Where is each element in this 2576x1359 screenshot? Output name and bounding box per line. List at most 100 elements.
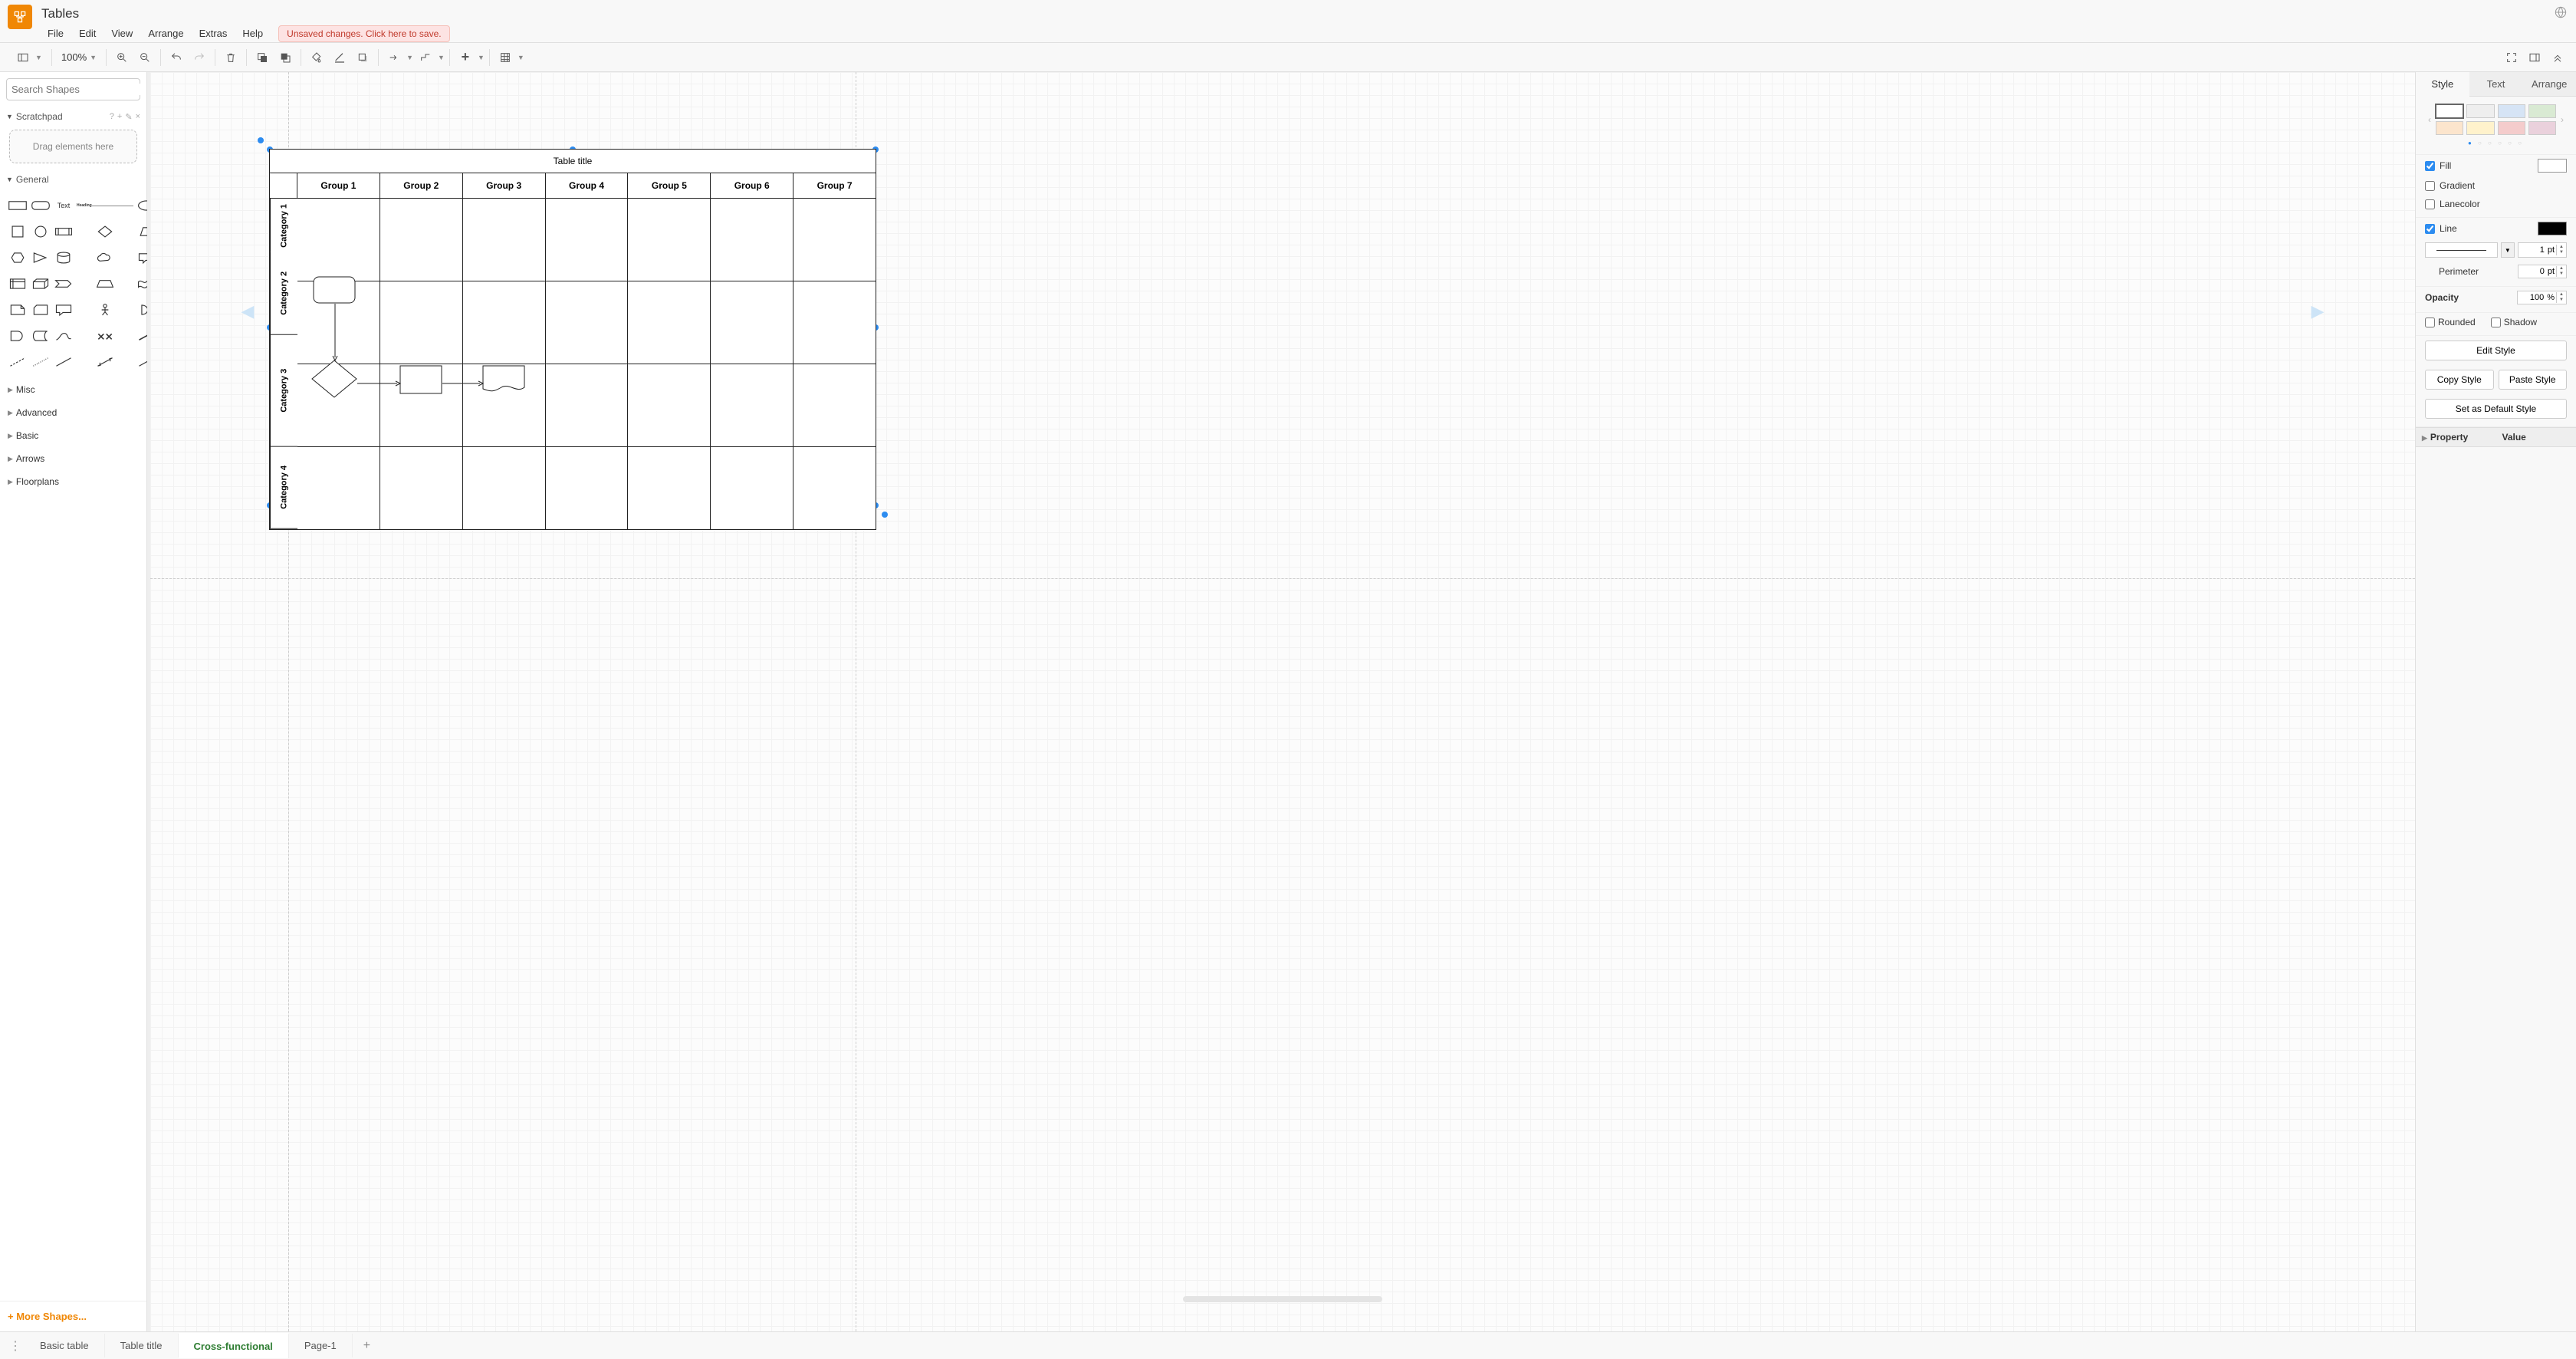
- swatch[interactable]: [2528, 104, 2556, 118]
- col-header[interactable]: Group 5: [627, 173, 710, 198]
- line-checkbox[interactable]: [2425, 224, 2435, 234]
- connection-icon[interactable]: [383, 47, 405, 68]
- search-input[interactable]: [12, 84, 146, 95]
- add-page-button[interactable]: +: [353, 1333, 381, 1359]
- to-back-icon[interactable]: [274, 47, 296, 68]
- swatch-next-icon[interactable]: ›: [2558, 114, 2567, 125]
- undo-icon[interactable]: [166, 47, 187, 68]
- shape-roundrect[interactable]: [31, 194, 51, 217]
- flowchart-roundrect[interactable]: [313, 276, 356, 308]
- tab-menu-icon[interactable]: ⋮: [6, 1338, 25, 1354]
- shape-triangle[interactable]: [31, 246, 51, 269]
- cat-advanced[interactable]: ▶Advanced: [0, 401, 146, 424]
- tab-page-1[interactable]: Page-1: [289, 1334, 353, 1357]
- line-style-select[interactable]: [2425, 242, 2498, 258]
- horizontal-scrollbar[interactable]: [1183, 1296, 1382, 1302]
- shape-dashline[interactable]: [8, 350, 28, 373]
- tab-table-title[interactable]: Table title: [105, 1334, 179, 1357]
- menu-edit[interactable]: Edit: [73, 25, 102, 42]
- collapse-icon[interactable]: [2547, 47, 2568, 68]
- fill-color-icon[interactable]: [306, 47, 327, 68]
- menu-arrange[interactable]: Arrange: [142, 25, 189, 42]
- scratchpad-help-icon[interactable]: ?: [110, 112, 114, 122]
- format-panel-icon[interactable]: [2524, 47, 2545, 68]
- rounded-checkbox[interactable]: [2425, 318, 2435, 327]
- cat-misc[interactable]: ▶Misc: [0, 378, 146, 401]
- shape-cube[interactable]: [31, 272, 51, 295]
- swatch[interactable]: [2498, 104, 2525, 118]
- shape-step[interactable]: [54, 272, 74, 295]
- shape-actor[interactable]: [77, 298, 133, 321]
- col-header[interactable]: Group 1: [297, 173, 380, 198]
- cat-floorplans[interactable]: ▶Floorplans: [0, 470, 146, 493]
- row-header[interactable]: Category 3: [270, 335, 297, 447]
- shape-textbox[interactable]: Heading: [77, 194, 133, 217]
- swatch[interactable]: [2528, 121, 2556, 135]
- canvas[interactable]: ◀ ▶ Table title: [150, 72, 2415, 1331]
- shape-process[interactable]: [54, 220, 74, 243]
- tab-cross-functional[interactable]: Cross-functional: [179, 1333, 289, 1358]
- shape-text[interactable]: Text: [54, 194, 74, 217]
- shape-note[interactable]: [8, 298, 28, 321]
- save-notice[interactable]: Unsaved changes. Click here to save.: [278, 25, 449, 42]
- general-header[interactable]: ▼General: [0, 169, 146, 189]
- tab-basic-table[interactable]: Basic table: [25, 1334, 105, 1357]
- copy-style-button[interactable]: Copy Style: [2425, 370, 2494, 390]
- col-header[interactable]: Group 3: [462, 173, 545, 198]
- fill-swatch[interactable]: [2538, 159, 2567, 173]
- to-front-icon[interactable]: [251, 47, 273, 68]
- scratchpad-edit-icon[interactable]: ✎: [125, 112, 132, 122]
- shape-cloud[interactable]: [77, 246, 133, 269]
- nav-right-icon[interactable]: ▶: [2308, 302, 2327, 321]
- perimeter-input[interactable]: pt▲▼: [2518, 265, 2567, 278]
- flowchart-document[interactable]: [482, 365, 525, 400]
- shape-circle[interactable]: [31, 220, 51, 243]
- opacity-input[interactable]: %▲▼: [2517, 291, 2567, 304]
- col-header[interactable]: Group 2: [380, 173, 462, 198]
- swatch[interactable]: [2436, 121, 2463, 135]
- shape-diamond[interactable]: [77, 220, 133, 243]
- shape-callout[interactable]: [54, 298, 74, 321]
- shape-biarrow[interactable]: [77, 324, 133, 347]
- menu-view[interactable]: View: [105, 25, 139, 42]
- app-logo[interactable]: [8, 5, 32, 29]
- swatch[interactable]: [2466, 121, 2494, 135]
- add-icon[interactable]: +: [455, 47, 476, 68]
- shape-card[interactable]: [31, 298, 51, 321]
- col-header[interactable]: Group 4: [545, 173, 628, 198]
- menu-file[interactable]: File: [41, 25, 70, 42]
- swatch[interactable]: [2466, 104, 2494, 118]
- redo-icon[interactable]: [189, 47, 210, 68]
- scratchpad-dropzone[interactable]: Drag elements here: [9, 130, 137, 163]
- shape-curve[interactable]: [54, 324, 74, 347]
- tab-text[interactable]: Text: [2469, 72, 2523, 97]
- row-header[interactable]: Category 4: [270, 446, 297, 529]
- col-header[interactable]: Group 6: [710, 173, 793, 198]
- shape-line[interactable]: [54, 350, 74, 373]
- row-header[interactable]: Category 1: [270, 199, 297, 252]
- scratchpad-add-icon[interactable]: +: [117, 112, 122, 122]
- lanecolor-checkbox[interactable]: [2425, 199, 2435, 209]
- shape-square[interactable]: [8, 220, 28, 243]
- paste-style-button[interactable]: Paste Style: [2499, 370, 2568, 390]
- col-header[interactable]: Group 7: [793, 173, 876, 198]
- zoom-in-icon[interactable]: [111, 47, 133, 68]
- tab-style[interactable]: Style: [2416, 72, 2469, 97]
- language-icon[interactable]: [2555, 6, 2567, 22]
- flowchart-diamond[interactable]: [311, 360, 357, 402]
- delete-icon[interactable]: [220, 47, 242, 68]
- shadow-checkbox[interactable]: [2491, 318, 2501, 327]
- swatch[interactable]: [2436, 104, 2463, 118]
- line-width-input[interactable]: pt▲▼: [2518, 242, 2567, 258]
- edit-style-button[interactable]: Edit Style: [2425, 341, 2567, 360]
- swatch-prev-icon[interactable]: ‹: [2425, 114, 2434, 125]
- swimlane-table[interactable]: Table title Group 1 Group 2 Group 3 Grou…: [269, 149, 876, 530]
- line-swatch[interactable]: [2538, 222, 2567, 235]
- waypoints-icon[interactable]: [415, 47, 436, 68]
- scratchpad-close-icon[interactable]: ×: [136, 112, 140, 122]
- doc-title[interactable]: Tables: [41, 5, 2568, 25]
- row-header[interactable]: Category 2: [270, 252, 297, 335]
- nav-left-icon[interactable]: ◀: [238, 302, 257, 321]
- cat-basic[interactable]: ▶Basic: [0, 424, 146, 447]
- gradient-checkbox[interactable]: [2425, 181, 2435, 191]
